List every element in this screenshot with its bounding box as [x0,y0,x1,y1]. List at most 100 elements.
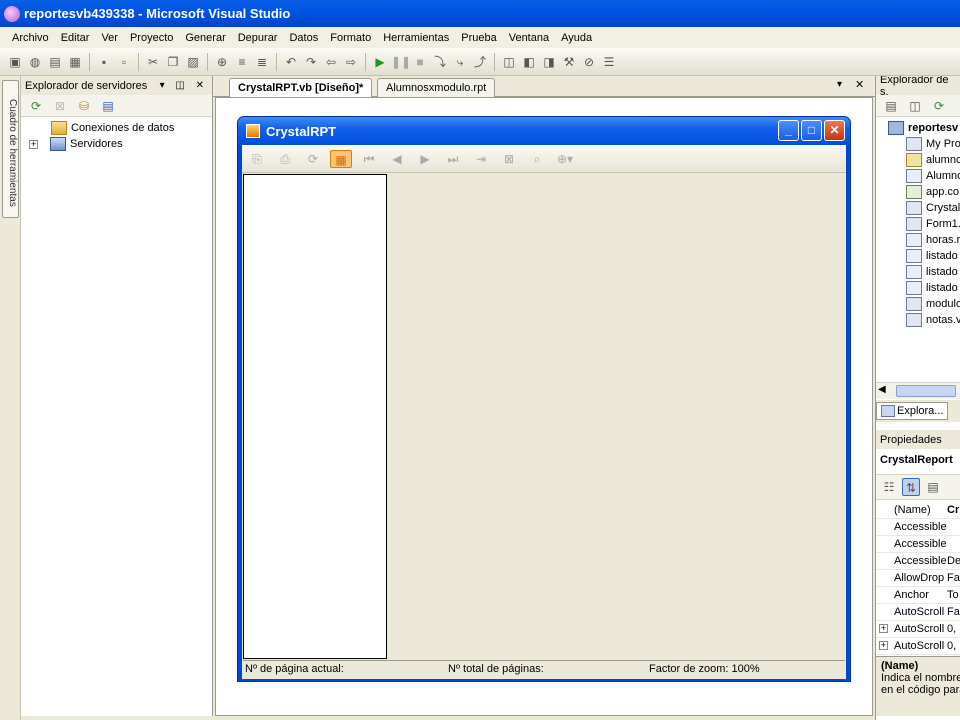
tree-item[interactable]: listado [906,281,958,295]
menu-herramientas[interactable]: Herramientas [377,32,455,44]
start-debugging-icon[interactable]: ▶ [371,53,389,71]
group-tree-panel[interactable] [243,174,387,659]
tree-item[interactable]: listado [906,265,958,279]
refresh-icon[interactable]: ⟳ [27,97,45,115]
tree-item[interactable]: app.co [906,185,959,199]
redo-icon[interactable]: ↷ [302,53,320,71]
property-row[interactable]: Accessible [876,519,960,536]
menu-proyecto[interactable]: Proyecto [124,32,179,44]
property-row[interactable]: AutoScroll Fa [876,604,960,621]
scroll-thumb[interactable] [896,385,956,397]
properties-window-icon[interactable]: ◧ [520,53,538,71]
step-over-icon[interactable]: ⤷ [451,53,469,71]
expand-icon[interactable]: + [29,139,38,149]
close-icon[interactable]: ✕ [824,120,845,141]
properties-object-selector[interactable]: CrystalReport [880,454,953,466]
menu-depurar[interactable]: Depurar [232,32,284,44]
tree-item[interactable]: notas.v [906,313,960,327]
toggle-group-tree-icon[interactable]: ▦ [330,149,352,168]
tab-list-icon[interactable]: ▾ [837,79,842,90]
previous-page-icon[interactable]: ◀ [386,150,408,168]
tree-item[interactable]: Alumno [906,169,960,183]
stop-refresh-icon[interactable]: ⊠ [51,97,69,115]
paste-icon[interactable]: ▨ [184,53,202,71]
zoom-icon[interactable]: ⊕▾ [554,150,576,168]
last-page-icon[interactable]: ⏭ [442,150,464,168]
other-windows-icon[interactable]: ☰ [600,53,618,71]
expand-icon[interactable]: + [879,641,888,650]
tree-item[interactable]: alumno [906,153,960,167]
new-project-icon[interactable]: ▣ [6,53,24,71]
tree-item[interactable]: modulo [906,297,960,311]
tree-item-project[interactable]: reportesv [888,121,958,135]
tab-alumnosxmodulo[interactable]: Alumnosxmodulo.rpt [377,78,496,97]
first-page-icon[interactable]: ⏮ [358,150,380,168]
menu-ver[interactable]: Ver [95,32,124,44]
tab-solution-explorer[interactable]: Explora... [876,402,949,420]
save-all-icon[interactable]: ▫ [115,53,133,71]
panel-controls[interactable]: ▾ ◫ ✕ [160,80,212,91]
menu-generar[interactable]: Generar [179,32,231,44]
add-item-icon[interactable]: ◍ [26,53,44,71]
tree-item[interactable]: horas.r [906,233,960,247]
refresh-report-icon[interactable]: ⟳ [302,150,324,168]
property-pages-icon[interactable]: ▤ [924,478,942,496]
export-icon[interactable]: ⎘ [246,150,268,168]
menu-editar[interactable]: Editar [55,32,96,44]
tree-item[interactable]: Form1. [906,217,960,231]
tree-item[interactable]: Crystal [906,201,960,215]
solution-explorer-icon[interactable]: ◫ [500,53,518,71]
navigate-forward-icon[interactable]: ⇨ [342,53,360,71]
indent-icon[interactable]: ≡ [233,53,251,71]
connect-database-icon[interactable]: ⛁ [75,97,93,115]
step-out-icon[interactable]: ⤴ [471,53,489,71]
toolbox-icon[interactable]: ⚒ [560,53,578,71]
next-page-icon[interactable]: ▶ [414,150,436,168]
save-icon[interactable]: ▪ [95,53,113,71]
refresh-icon[interactable]: ⟳ [930,97,948,115]
property-row[interactable]: Accessible De [876,553,960,570]
undo-icon[interactable]: ↶ [282,53,300,71]
close-document-icon[interactable]: ✕ [855,78,864,91]
scroll-left-icon[interactable]: ◀ [878,384,886,395]
close-view-icon[interactable]: ⊠ [498,150,520,168]
tree-item-data-connections[interactable]: Conexiones de datos [51,121,174,135]
cut-icon[interactable]: ✂ [144,53,162,71]
menu-formato[interactable]: Formato [324,32,377,44]
menu-datos[interactable]: Datos [283,32,324,44]
outdent-icon[interactable]: ≣ [253,53,271,71]
stop-icon[interactable]: ■ [411,53,429,71]
error-list-icon[interactable]: ⊘ [580,53,598,71]
form-crystalrpt[interactable]: CrystalRPT _ □ ✕ ⎘ ⎙ ⟳ ▦ ⏮ ◀ ▶ ⏭ ⇥ ⊠ ⌕ ⊕… [237,116,851,682]
find-icon[interactable]: ⊕ [213,53,231,71]
tab-crystalrpt-design[interactable]: CrystalRPT.vb [Diseño]* [229,78,373,97]
property-row[interactable]: (Name) Cr [876,502,960,519]
connect-server-icon[interactable]: ▤ [99,97,117,115]
maximize-icon[interactable]: □ [801,120,822,141]
categorized-icon[interactable]: ☷ [880,478,898,496]
toolbox-tab[interactable]: Cuadro de herramientas [2,80,19,218]
copy-icon[interactable]: ❐ [164,53,182,71]
new-window-icon[interactable]: ▦ [66,53,84,71]
property-row[interactable]: + AutoScroll 0, [876,621,960,638]
properties-icon[interactable]: ▤ [882,97,900,115]
tree-item[interactable]: My Pro [906,137,960,151]
find-text-icon[interactable]: ⌕ [526,150,548,168]
menu-prueba[interactable]: Prueba [455,32,502,44]
show-all-files-icon[interactable]: ◫ [906,97,924,115]
menu-ventana[interactable]: Ventana [503,32,555,44]
navigate-back-icon[interactable]: ⇦ [322,53,340,71]
pause-icon[interactable]: ❚❚ [391,53,411,71]
step-into-icon[interactable]: ⤵ [431,53,449,71]
object-browser-icon[interactable]: ◨ [540,53,558,71]
tree-item-servers[interactable]: + Servidores [29,137,123,151]
property-row[interactable]: Accessible [876,536,960,553]
property-row[interactable]: + AutoScroll 0, [876,638,960,655]
tree-item[interactable]: listado [906,249,958,263]
menu-archivo[interactable]: Archivo [6,32,55,44]
expand-icon[interactable]: + [879,624,888,633]
horizontal-scrollbar[interactable]: ◀ [876,382,960,399]
menu-ayuda[interactable]: Ayuda [555,32,598,44]
minimize-icon[interactable]: _ [778,120,799,141]
goto-page-icon[interactable]: ⇥ [470,150,492,168]
